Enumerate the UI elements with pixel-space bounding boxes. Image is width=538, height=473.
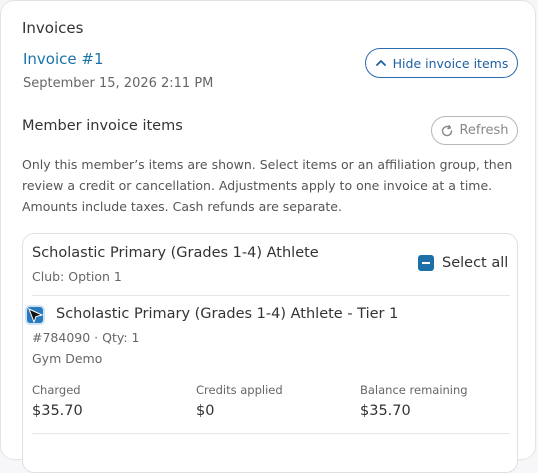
cursor-arrow-icon xyxy=(28,308,44,324)
member-items-title: Member invoice items xyxy=(22,118,183,134)
invoices-card: Invoices Invoice #1 September 15, 2026 2… xyxy=(0,0,536,473)
balance-label: Balance remaining xyxy=(360,383,468,397)
charged-value: $35.70 xyxy=(32,403,83,419)
credits-value: $0 xyxy=(196,403,215,419)
hide-invoice-items-button[interactable]: Hide invoice items xyxy=(365,48,518,78)
credits-stat: Credits applied $0 xyxy=(196,383,283,419)
group-subtitle: Club: Option 1 xyxy=(32,269,122,284)
balance-stat: Balance remaining $35.70 xyxy=(360,383,468,419)
charged-label: Charged xyxy=(32,383,81,397)
section-title: Invoices xyxy=(22,19,84,37)
select-all-label: Select all xyxy=(442,255,509,271)
refresh-label: Refresh xyxy=(459,123,509,138)
credits-label: Credits applied xyxy=(196,383,283,397)
balance-value: $35.70 xyxy=(360,403,411,419)
indeterminate-checkbox-icon[interactable] xyxy=(418,255,434,271)
item-location: Gym Demo xyxy=(32,351,103,366)
refresh-icon xyxy=(442,124,453,136)
invoice-link[interactable]: Invoice #1 xyxy=(23,50,104,68)
select-all-checkbox[interactable]: Select all xyxy=(418,255,508,271)
refresh-button[interactable]: Refresh xyxy=(431,116,518,145)
charged-stat: Charged $35.70 xyxy=(32,383,83,419)
item-sku: #784090 · Qty: 1 xyxy=(32,330,140,345)
invoice-date: September 15, 2026 2:11 PM xyxy=(23,76,214,91)
info-text: Only this member’s items are shown. Sele… xyxy=(22,157,513,214)
hide-button-label: Hide invoice items xyxy=(392,55,509,71)
item-title: Scholastic Primary (Grades 1-4) Athlete … xyxy=(56,306,399,322)
item-checkbox[interactable] xyxy=(27,307,44,324)
chevron-up-icon xyxy=(375,60,386,66)
group-title: Scholastic Primary (Grades 1-4) Athlete xyxy=(32,245,319,261)
divider xyxy=(32,295,510,296)
item-group-card: Scholastic Primary (Grades 1-4) Athlete … xyxy=(22,233,518,473)
